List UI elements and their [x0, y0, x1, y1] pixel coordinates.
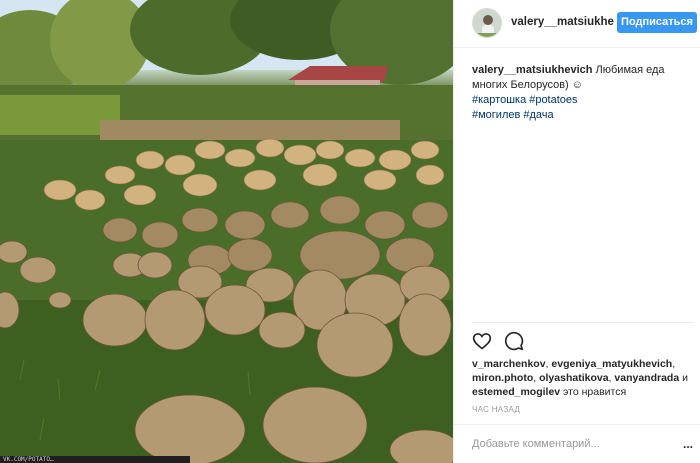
post-header: valery__matsiukhe Подписаться — [454, 0, 700, 48]
hashtag-link[interactable]: #дача — [523, 109, 553, 121]
hashtag-link[interactable]: #potatoes — [529, 94, 577, 106]
section-divider — [472, 322, 694, 323]
hashtag-link[interactable]: #могилев — [472, 109, 520, 121]
comment-input[interactable] — [472, 435, 672, 453]
potato-field-image — [0, 0, 453, 463]
header-username[interactable]: valery__matsiukhe — [511, 16, 614, 28]
likes-summary: v_marchenkov, evgeniya_matyukhevich, mir… — [472, 358, 688, 398]
post-timestamp[interactable]: ЧАС НАЗАД — [472, 405, 520, 414]
post-sidebar: valery__matsiukhe Подписаться valery__ma… — [453, 0, 700, 463]
liker-username[interactable]: v_marchenkov — [472, 358, 546, 370]
follow-button[interactable]: Подписаться — [617, 12, 697, 33]
likes-and-word: и — [682, 372, 688, 384]
comment-icon[interactable] — [504, 331, 524, 351]
photo-watermark-strip: VK.COM/POTATO… — [0, 456, 190, 463]
heart-icon[interactable] — [472, 331, 492, 351]
smile-emoji-icon: ☺ — [571, 79, 584, 91]
comment-box: ... — [454, 424, 700, 463]
post-photo[interactable]: VK.COM/POTATO… — [0, 0, 453, 463]
hashtag-link[interactable]: #картошка — [472, 94, 526, 106]
liker-username[interactable]: vanyandrada — [614, 372, 679, 384]
post-caption: valery__matsiukhevich Любимая еда многих… — [472, 63, 694, 123]
liker-username[interactable]: estemed_mogilev — [472, 386, 560, 398]
liker-username[interactable]: olyashatikova — [539, 372, 608, 384]
avatar-image — [473, 9, 501, 37]
avatar[interactable] — [472, 8, 502, 38]
liker-username[interactable]: miron.photo — [472, 372, 533, 384]
caption-username[interactable]: valery__matsiukhevich — [472, 64, 592, 76]
ellipsis-icon[interactable]: ... — [683, 438, 693, 450]
liker-username[interactable]: evgeniya_matyukhevich — [551, 358, 672, 370]
post-actions — [472, 331, 524, 351]
likes-suffix: это нравится — [563, 386, 627, 398]
